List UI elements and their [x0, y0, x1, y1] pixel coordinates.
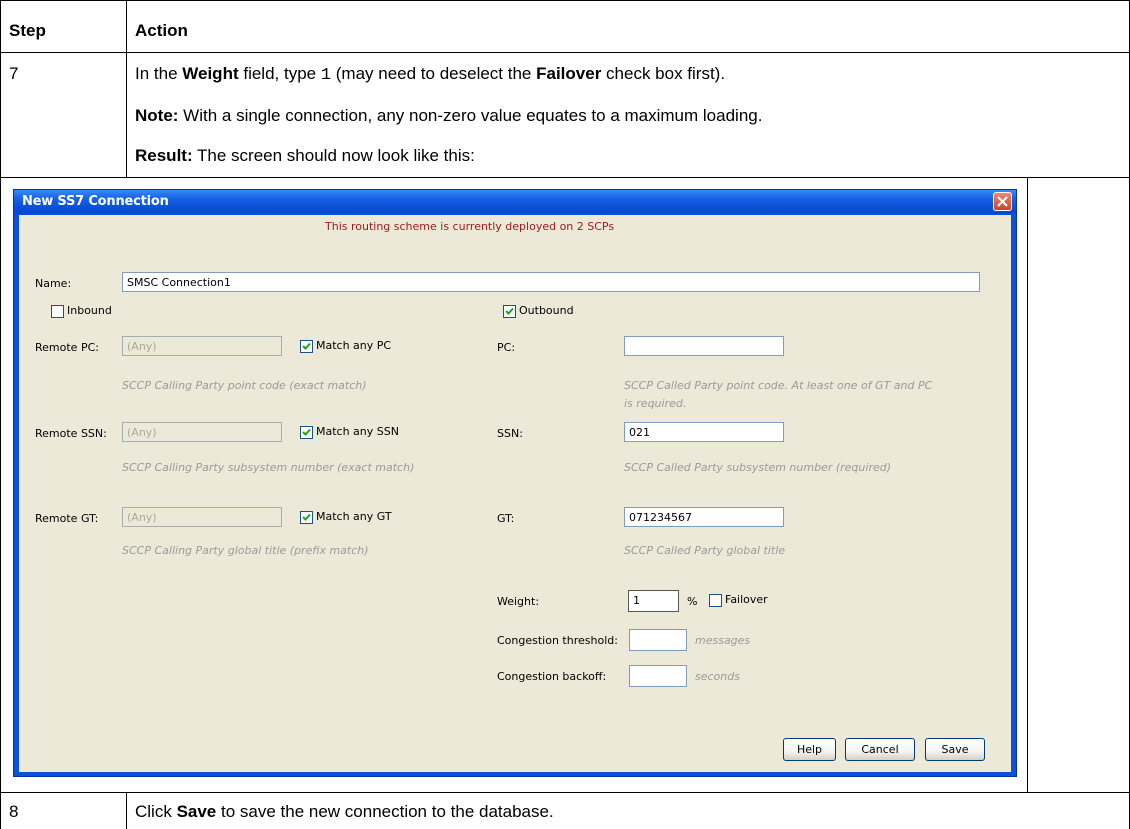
- image-cell-border: [1027, 177, 1028, 792]
- congestion-backoff-field[interactable]: [629, 665, 687, 687]
- header-step: Step: [9, 21, 46, 40]
- cancel-button[interactable]: Cancel: [845, 738, 915, 761]
- outbound-label: Outbound: [519, 304, 574, 317]
- congestion-threshold-label: Congestion threshold:: [497, 634, 618, 647]
- congestion-backoff-label: Congestion backoff:: [497, 670, 607, 683]
- table-border-left: [0, 0, 1, 829]
- match-any-ssn-checkbox[interactable]: [300, 426, 313, 439]
- dialog-body: This routing scheme is currently deploye…: [19, 215, 1011, 772]
- congestion-backoff-unit: seconds: [695, 670, 740, 683]
- action-line-note: Note: With a single connection, any non-…: [135, 106, 763, 125]
- table-column-divider: [126, 0, 127, 177]
- failover-label: Failover: [725, 593, 768, 606]
- dialog-titlebar: New SS7 Connection: [14, 190, 1016, 214]
- inbound-checkbox[interactable]: [51, 305, 64, 318]
- remote-pc-label: Remote PC:: [35, 341, 99, 354]
- table-column-divider: [126, 792, 127, 829]
- name-label: Name:: [35, 277, 72, 290]
- remote-gt-hint: SCCP Calling Party global title (prefix …: [122, 544, 369, 557]
- match-any-gt-checkbox[interactable]: [300, 511, 313, 524]
- help-button[interactable]: Help: [783, 738, 836, 761]
- pc-hint-line2: is required.: [624, 397, 687, 410]
- match-any-pc-label: Match any PC: [316, 339, 392, 352]
- weight-field[interactable]: 1: [628, 590, 679, 612]
- save-button[interactable]: Save: [925, 738, 985, 761]
- action-line-weight: In the Weight field, type 1 (may need to…: [135, 64, 726, 85]
- name-field[interactable]: SMSC Connection1: [122, 272, 980, 292]
- remote-ssn-field[interactable]: (Any): [122, 422, 282, 442]
- table-row-divider: [0, 792, 1130, 793]
- deploy-message: This routing scheme is currently deploye…: [325, 220, 615, 233]
- table-row-divider: [0, 52, 1130, 53]
- remote-ssn-label: Remote SSN:: [35, 427, 107, 440]
- header-action: Action: [135, 21, 188, 40]
- weight-label: Weight:: [497, 595, 540, 608]
- remote-gt-field[interactable]: (Any): [122, 507, 282, 527]
- close-icon[interactable]: [993, 192, 1012, 211]
- match-any-gt-label: Match any GT: [316, 510, 392, 523]
- gt-label: GT:: [497, 512, 515, 525]
- congestion-threshold-field[interactable]: [629, 629, 687, 651]
- action-line-result: Result: The screen should now look like …: [135, 146, 475, 165]
- match-any-ssn-label: Match any SSN: [316, 425, 399, 438]
- pc-hint-line1: SCCP Called Party point code. At least o…: [624, 379, 933, 392]
- table-row-divider: [0, 177, 1130, 178]
- inbound-label: Inbound: [67, 304, 112, 317]
- ssn-hint: SCCP Called Party subsystem number (requ…: [624, 461, 892, 474]
- outbound-checkbox[interactable]: [503, 305, 516, 318]
- action-line-save: Click Save to save the new connection to…: [135, 802, 554, 821]
- gt-field[interactable]: 071234567: [624, 507, 784, 527]
- new-ss7-connection-dialog: New SS7 Connection This routing scheme i…: [13, 189, 1017, 777]
- table-border-top: [0, 0, 1130, 1]
- remote-pc-field[interactable]: (Any): [122, 336, 282, 356]
- remote-pc-hint: SCCP Calling Party point code (exact mat…: [122, 379, 367, 392]
- step-number: 8: [9, 802, 19, 821]
- congestion-threshold-unit: messages: [695, 634, 751, 647]
- match-any-pc-checkbox[interactable]: [300, 340, 313, 353]
- ssn-label: SSN:: [497, 427, 523, 440]
- pc-field[interactable]: [624, 336, 784, 356]
- ssn-field[interactable]: 021: [624, 422, 784, 442]
- step-number: 7: [9, 64, 19, 83]
- weight-unit: %: [687, 595, 698, 608]
- dialog-title: New SS7 Connection: [22, 194, 169, 209]
- pc-label: PC:: [497, 341, 516, 354]
- remote-ssn-hint: SCCP Calling Party subsystem number (exa…: [122, 461, 415, 474]
- remote-gt-label: Remote GT:: [35, 512, 99, 525]
- gt-hint: SCCP Called Party global title: [624, 544, 786, 557]
- failover-checkbox[interactable]: [709, 594, 722, 607]
